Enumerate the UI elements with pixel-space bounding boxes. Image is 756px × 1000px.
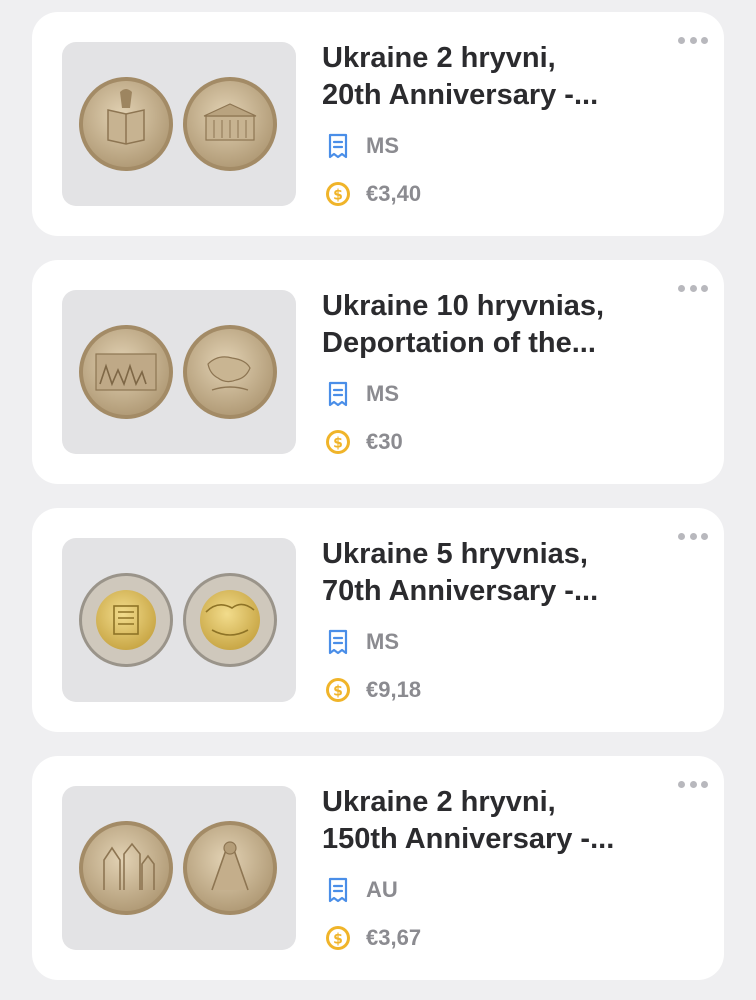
price-row: $ €30 bbox=[324, 428, 403, 456]
coin-reverse-image bbox=[183, 325, 277, 419]
coin-list: Ukraine 2 hryvni, 20th Anniversary -... … bbox=[0, 0, 756, 1000]
price-row: $ €3,40 bbox=[324, 180, 421, 208]
coin-thumbnail[interactable] bbox=[62, 42, 296, 206]
grade-row: MS bbox=[324, 380, 399, 408]
coin-title[interactable]: Ukraine 5 hryvnias, 70th Anniversary -..… bbox=[322, 536, 682, 610]
receipt-icon bbox=[324, 876, 352, 904]
grade-label: MS bbox=[366, 381, 399, 406]
coin-reverse-image bbox=[183, 77, 277, 171]
coin-thumbnail[interactable] bbox=[62, 290, 296, 454]
coin-thumbnail[interactable] bbox=[62, 786, 296, 950]
coin-reverse-image bbox=[183, 821, 277, 915]
coin-card[interactable]: Ukraine 5 hryvnias, 70th Anniversary -..… bbox=[32, 508, 724, 732]
coin-card[interactable]: Ukraine 2 hryvni, 150th Anniversary -...… bbox=[32, 756, 724, 980]
more-options-button[interactable] bbox=[678, 530, 708, 542]
grade-label: AU bbox=[366, 877, 398, 902]
coin-thumbnail[interactable] bbox=[62, 538, 296, 702]
grade-row: MS bbox=[324, 132, 399, 160]
more-dots-icon bbox=[678, 780, 685, 788]
grade-label: MS bbox=[366, 133, 399, 158]
grade-label: MS bbox=[366, 629, 399, 654]
coin-title-line: Ukraine 2 hryvni, bbox=[322, 42, 556, 74]
svg-text:$: $ bbox=[333, 436, 343, 452]
price-label: €3,40 bbox=[366, 181, 422, 206]
coin-title-line: Deportation of the... bbox=[322, 327, 596, 359]
coin-obverse-image bbox=[79, 77, 173, 171]
coin-title-line: 20th Anniversary -... bbox=[322, 79, 599, 111]
svg-text:$: $ bbox=[333, 932, 343, 948]
coin-title[interactable]: Ukraine 10 hryvnias, Deportation of the.… bbox=[322, 288, 682, 362]
more-options-button[interactable] bbox=[678, 34, 708, 46]
receipt-icon bbox=[324, 380, 352, 408]
coin-title-line: Ukraine 10 hryvnias, bbox=[322, 290, 605, 322]
more-dots-icon bbox=[678, 532, 685, 540]
grade-row: AU bbox=[324, 876, 398, 904]
grade-row: MS bbox=[324, 628, 399, 656]
coin-dollar-icon: $ bbox=[324, 924, 352, 952]
coin-card[interactable]: Ukraine 2 hryvni, 20th Anniversary -... … bbox=[32, 12, 724, 236]
coin-title-line: 70th Anniversary -... bbox=[322, 575, 599, 607]
price-row: $ €3,67 bbox=[324, 924, 421, 952]
price-label: €30 bbox=[366, 429, 403, 454]
coin-obverse-image bbox=[79, 821, 173, 915]
svg-text:$: $ bbox=[333, 684, 343, 700]
coin-title-line: 150th Anniversary -... bbox=[322, 823, 615, 855]
coin-dollar-icon: $ bbox=[324, 676, 352, 704]
more-options-button[interactable] bbox=[678, 778, 708, 790]
coin-obverse-image bbox=[79, 325, 173, 419]
coin-reverse-image bbox=[183, 573, 277, 667]
more-dots-icon bbox=[678, 36, 685, 44]
svg-text:$: $ bbox=[333, 188, 343, 204]
coin-dollar-icon: $ bbox=[324, 428, 352, 456]
coin-title[interactable]: Ukraine 2 hryvni, 150th Anniversary -... bbox=[322, 784, 682, 858]
price-row: $ €9,18 bbox=[324, 676, 421, 704]
coin-title[interactable]: Ukraine 2 hryvni, 20th Anniversary -... bbox=[322, 40, 682, 114]
receipt-icon bbox=[324, 628, 352, 656]
coin-title-line: Ukraine 2 hryvni, bbox=[322, 786, 556, 818]
more-options-button[interactable] bbox=[678, 282, 708, 294]
price-label: €9,18 bbox=[366, 677, 422, 702]
receipt-icon bbox=[324, 132, 352, 160]
more-dots-icon bbox=[678, 284, 685, 292]
price-label: €3,67 bbox=[366, 925, 422, 950]
coin-card[interactable]: Ukraine 10 hryvnias, Deportation of the.… bbox=[32, 260, 724, 484]
coin-obverse-image bbox=[79, 573, 173, 667]
coin-title-line: Ukraine 5 hryvnias, bbox=[322, 538, 588, 570]
coin-dollar-icon: $ bbox=[324, 180, 352, 208]
